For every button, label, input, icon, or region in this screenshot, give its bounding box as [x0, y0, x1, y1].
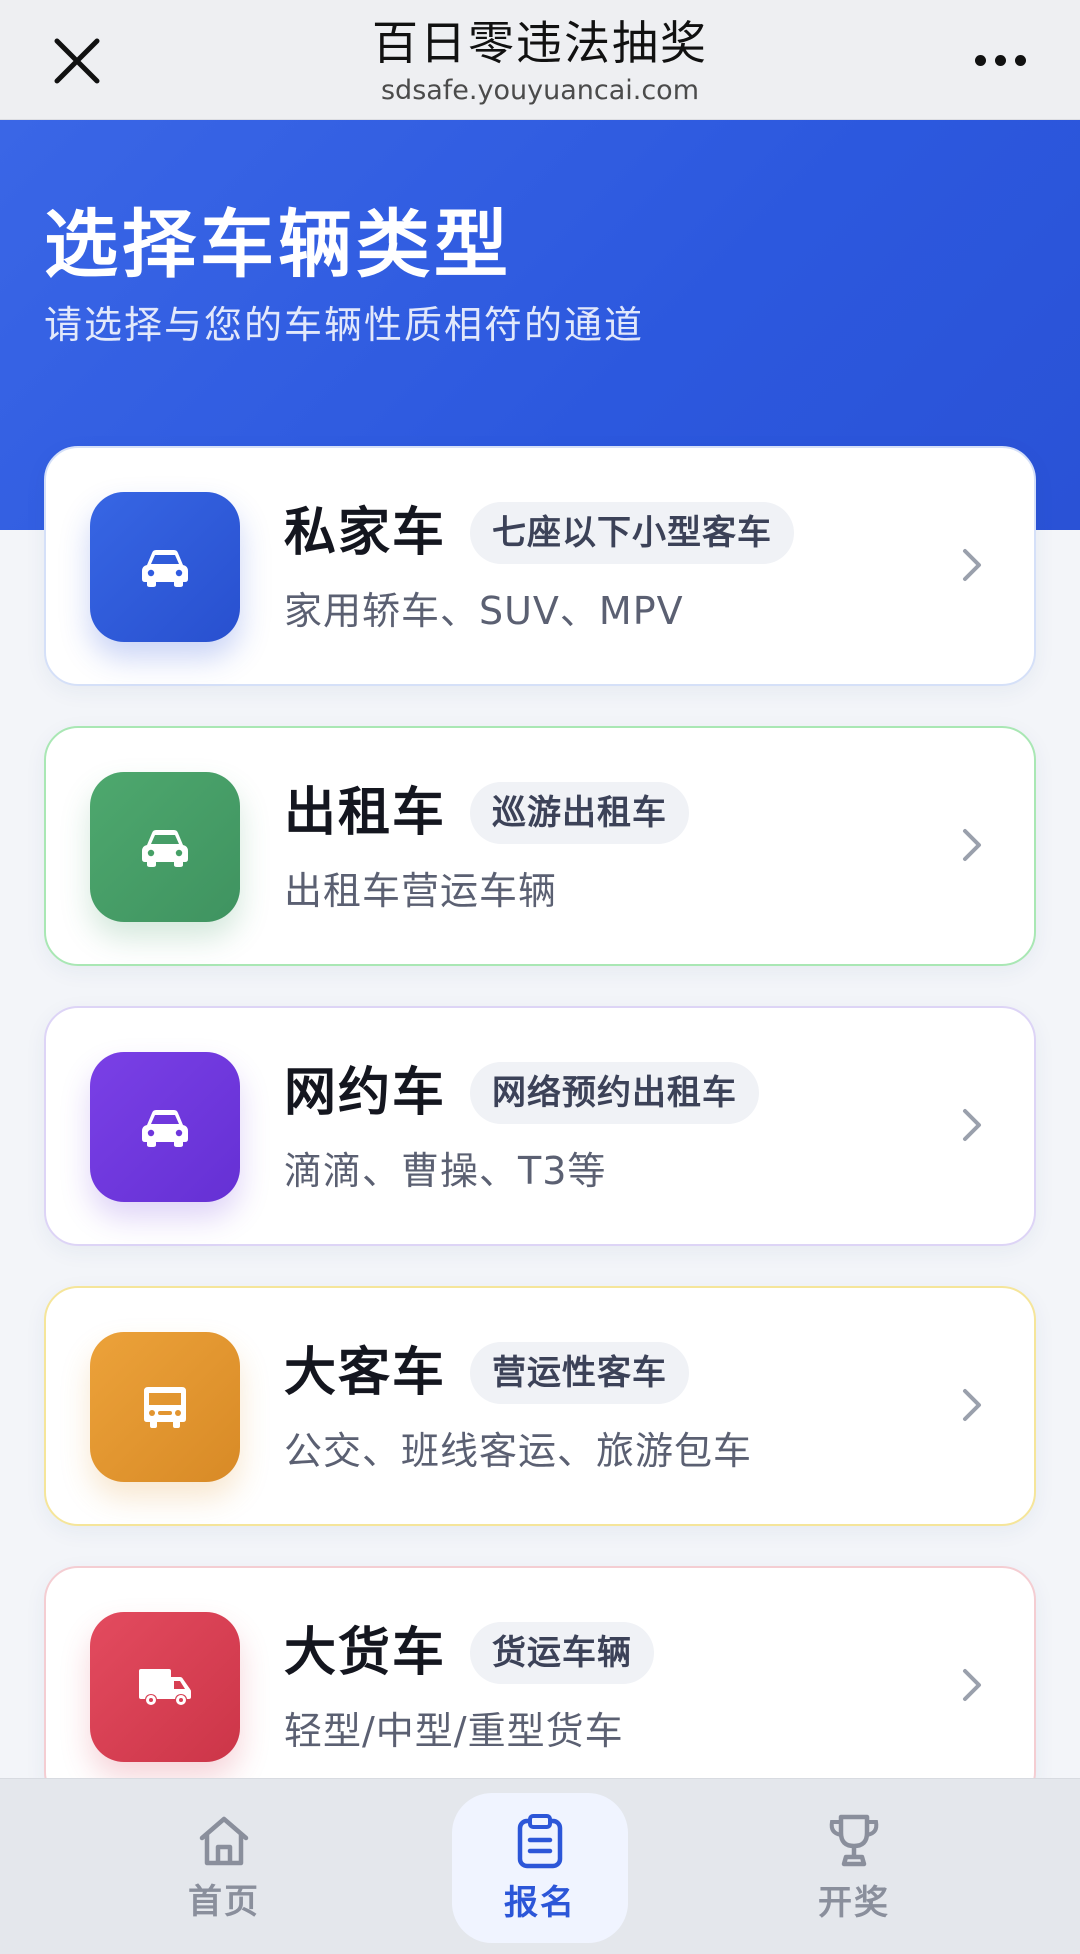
- chevron-right-icon: [952, 820, 992, 870]
- more-button[interactable]: [960, 40, 1040, 80]
- more-dots-icon: [994, 54, 1006, 66]
- tab-signup-label: 报名: [504, 1882, 576, 1923]
- vehicle-tag: 网络预约出租车: [470, 1062, 759, 1124]
- vehicle-description: 家用轿车、SUV、MPV: [284, 589, 684, 633]
- vehicle-description: 轻型/中型/重型货车: [284, 1709, 624, 1753]
- vehicle-name: 网约车: [284, 1063, 447, 1123]
- car-icon: [142, 830, 188, 867]
- vehicle-name: 大客车: [284, 1343, 447, 1403]
- tab-draw[interactable]: 开奖: [766, 1793, 942, 1943]
- page-url: sdsafe.youyuancai.com: [380, 75, 699, 106]
- chevron-right-icon: [952, 1380, 992, 1430]
- section-heading: 选择车辆类型: [44, 202, 512, 288]
- car-icon: [142, 1110, 188, 1147]
- vehicle-name: 出租车: [284, 783, 447, 843]
- vehicle-tag: 七座以下小型客车: [470, 502, 794, 564]
- vehicle-description: 滴滴、曹操、T3等: [284, 1149, 607, 1193]
- top-nav-bar: 百日零违法抽奖 sdsafe.youyuancai.com: [0, 0, 1080, 120]
- car-icon: [142, 550, 188, 587]
- vehicle-tag: 货运车辆: [470, 1622, 654, 1684]
- home-icon: [199, 1816, 249, 1865]
- title-block: 百日零违法抽奖 sdsafe.youyuancai.com: [0, 14, 1080, 108]
- clipboard-icon: [517, 1813, 563, 1868]
- bottom-tab-bar: 首页 报名 开奖: [0, 1778, 1080, 1954]
- vehicle-type-list: 私家车 七座以下小型客车 家用轿车、SUV、MPV 出租车 巡游出租车 出租车营…: [44, 446, 1036, 1846]
- more-dots-icon: [974, 54, 986, 66]
- vehicle-icon-box: [90, 772, 240, 922]
- vehicle-icon-box: [90, 1612, 240, 1762]
- tab-draw-label: 开奖: [818, 1882, 890, 1923]
- tab-signup[interactable]: 报名: [452, 1793, 628, 1943]
- tab-home[interactable]: 首页: [136, 1793, 312, 1943]
- vehicle-icon-box: [90, 1052, 240, 1202]
- vehicle-description: 出租车营运车辆: [284, 869, 558, 913]
- vehicle-icon-box: [90, 1332, 240, 1482]
- chevron-right-icon: [952, 1660, 992, 1710]
- page-title: 百日零违法抽奖: [372, 16, 708, 70]
- more-dots-icon: [1014, 54, 1026, 66]
- tab-home-label: 首页: [188, 1881, 260, 1922]
- vehicle-name: 大货车: [284, 1623, 447, 1683]
- chevron-right-icon: [952, 540, 992, 590]
- vehicle-tag: 巡游出租车: [470, 782, 689, 844]
- section-subheading: 请选择与您的车辆性质相符的通道: [44, 303, 645, 347]
- vehicle-description: 公交、班线客运、旅游包车: [284, 1429, 753, 1473]
- vehicle-name: 私家车: [284, 503, 447, 563]
- vehicle-card-truck[interactable]: 大货车 货运车辆 轻型/中型/重型货车: [44, 1566, 1036, 1806]
- vehicle-tag: 营运性客车: [470, 1342, 689, 1404]
- vehicle-card-taxi[interactable]: 出租车 巡游出租车 出租车营运车辆: [44, 726, 1036, 966]
- truck-icon: [139, 1669, 191, 1705]
- vehicle-card-private-car[interactable]: 私家车 七座以下小型客车 家用轿车、SUV、MPV: [44, 446, 1036, 686]
- trophy-icon: [829, 1814, 879, 1866]
- page: 百日零违法抽奖 sdsafe.youyuancai.com 选择车辆类型 请选择…: [0, 0, 1080, 1954]
- vehicle-icon-box: [90, 492, 240, 642]
- chevron-right-icon: [952, 1100, 992, 1150]
- vehicle-card-ride-hailing[interactable]: 网约车 网络预约出租车 滴滴、曹操、T3等: [44, 1006, 1036, 1246]
- bus-icon: [144, 1387, 186, 1428]
- vehicle-card-bus[interactable]: 大客车 营运性客车 公交、班线客运、旅游包车: [44, 1286, 1036, 1526]
